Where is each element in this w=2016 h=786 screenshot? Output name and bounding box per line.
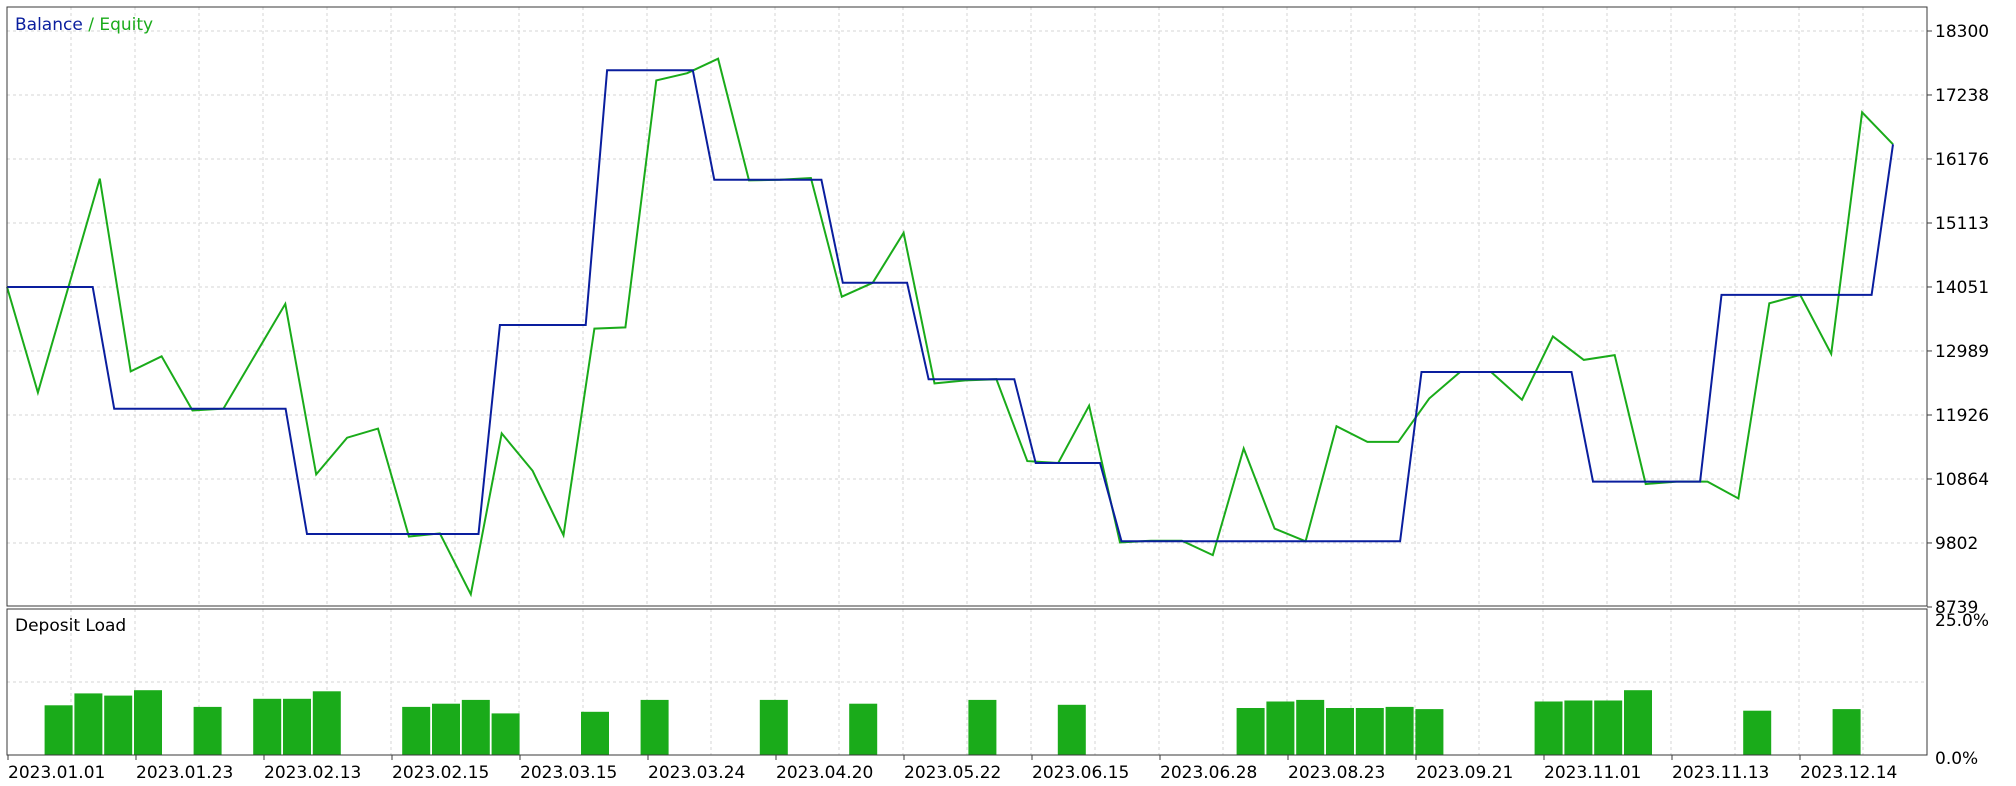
legend-separator-glyph: / — [88, 15, 94, 35]
deposit-load-bar — [74, 693, 103, 755]
deposit-load-bar — [849, 703, 878, 755]
deposit-load-bar — [402, 706, 431, 755]
x-axis-tick-label: 2023.06.15 — [1032, 763, 1129, 782]
deposit-load-bar — [1832, 709, 1861, 755]
deposit-load-bar — [1564, 700, 1593, 755]
chart-background — [0, 0, 2016, 782]
deposit-load-bar — [1057, 704, 1086, 755]
y-axis-tick-label: 9802 — [1935, 534, 1978, 554]
legend-separator: / — [83, 15, 100, 35]
chart-window: 18300 17238 16176 15113 14051 12989 11926 10864… — [0, 0, 2016, 783]
deposit-load-bar — [134, 690, 162, 755]
x-axis-tick-label: 2023.11.01 — [1544, 763, 1641, 782]
deposit-load-bar — [1326, 708, 1354, 755]
legend-equity: Equity — [99, 15, 153, 35]
x-axis-tick-label: 2023.04.20 — [776, 763, 873, 782]
deposit-load-bar — [1594, 700, 1623, 755]
deposit-load-y-tick-label: 0.0% — [1935, 749, 1978, 769]
deposit-load-bar — [1266, 701, 1295, 755]
y-axis-tick-label: 11926 — [1935, 406, 1989, 426]
deposit-load-bar — [312, 691, 341, 755]
y-axis-tick-label: 14051 — [1935, 278, 1989, 298]
deposit-load-bar — [1236, 708, 1265, 755]
deposit-load-bar — [640, 699, 669, 755]
x-axis-tick-label: 2023.12.14 — [1800, 763, 1897, 782]
deposit-load-bar — [461, 699, 490, 755]
deposit-load-bar — [1355, 708, 1384, 755]
deposit-load-bar — [581, 711, 609, 755]
deposit-load-y-tick-label: 25.0% — [1935, 611, 1989, 631]
deposit-load-bar — [1743, 710, 1772, 755]
y-axis-tick-label: 18300 — [1935, 22, 1989, 42]
x-axis-tick-label: 2023.01.01 — [8, 763, 105, 782]
deposit-load-title: Deposit Load — [15, 616, 126, 636]
y-axis-tick-label: 10864 — [1935, 470, 1989, 490]
deposit-load-bar — [1296, 699, 1325, 755]
deposit-load-bar — [1534, 701, 1563, 755]
legend: Balance / Equity — [15, 15, 153, 35]
x-axis-tick-label: 2023.02.13 — [264, 763, 361, 782]
y-axis-tick-label: 17238 — [1935, 86, 1989, 106]
x-axis-tick-label: 2023.11.13 — [1672, 763, 1769, 782]
deposit-load-bar — [1415, 709, 1444, 755]
y-axis-tick-label: 15113 — [1935, 214, 1989, 234]
deposit-load-bar — [1385, 706, 1414, 755]
x-axis-tick-label: 2023.03.15 — [520, 763, 617, 782]
y-axis-tick-label: 16176 — [1935, 150, 1989, 170]
deposit-load-bar — [193, 706, 222, 755]
x-axis-tick-label: 2023.02.15 — [392, 763, 489, 782]
x-axis-tick-label: 2023.03.24 — [648, 763, 745, 782]
deposit-load-bar — [253, 698, 282, 755]
x-axis-tick-label: 2023.06.28 — [1160, 763, 1257, 782]
deposit-load-bar — [432, 703, 460, 755]
y-axis-tick-label: 12989 — [1935, 342, 1989, 362]
x-axis-tick-label: 2023.01.23 — [136, 763, 233, 782]
deposit-load-bar — [759, 699, 788, 755]
deposit-load-bar — [104, 695, 133, 755]
legend-balance: Balance — [15, 15, 83, 35]
x-axis-tick-label: 2023.05.22 — [904, 763, 1001, 782]
deposit-load-bar — [968, 699, 997, 755]
x-axis-tick-label: 2023.08.23 — [1288, 763, 1385, 782]
deposit-load-bar — [1624, 690, 1652, 755]
deposit-load-bar — [44, 705, 73, 755]
chart-svg: 18300 17238 16176 15113 14051 12989 11926 10864… — [0, 0, 2016, 783]
deposit-load-bar — [491, 713, 520, 755]
deposit-load-bar — [283, 698, 311, 755]
x-axis-tick-label: 2023.09.21 — [1416, 763, 1513, 782]
